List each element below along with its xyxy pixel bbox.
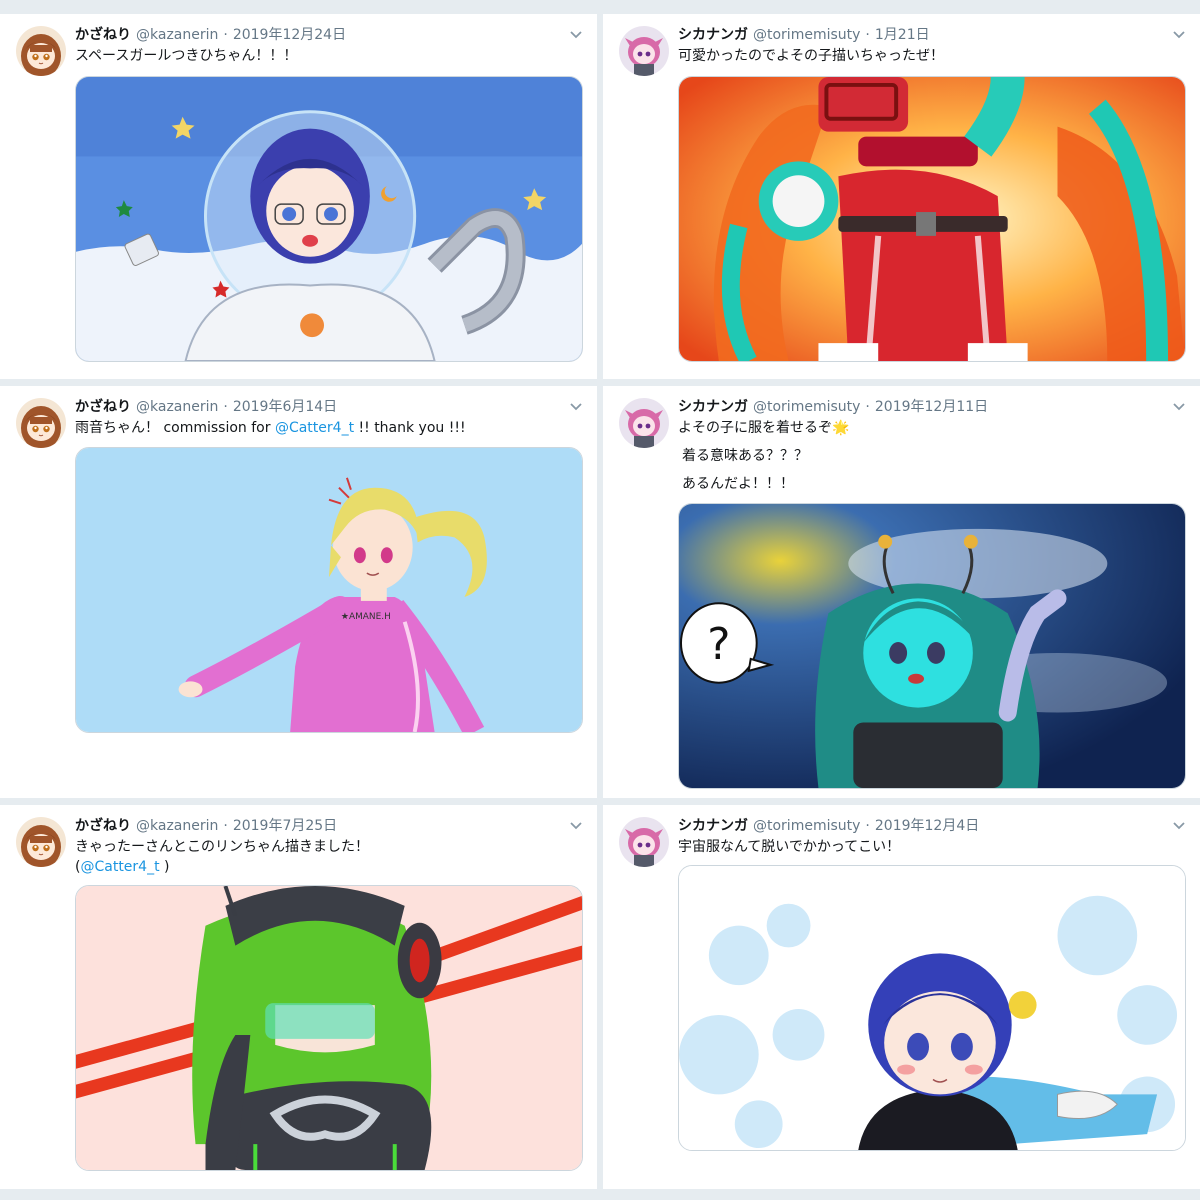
separator: · xyxy=(223,27,228,43)
user-handle[interactable]: @torimemisuty xyxy=(753,27,860,43)
user-handle[interactable]: @kazanerin xyxy=(136,818,218,834)
tweet-text: 宇宙服なんて脱いでかかってこい！ xyxy=(678,837,1180,857)
green-alien-girl-illustration: ? xyxy=(679,504,1185,788)
chibi-brown-hair-avatar-icon[interactable] xyxy=(16,817,66,867)
tweet-image[interactable] xyxy=(75,76,583,362)
tweet-card[interactable]: かざねり @kazanerin · 2019年6月14日 雨音ちゃん！ commiss… xyxy=(0,386,597,798)
tweet-image[interactable]: ? xyxy=(678,503,1186,789)
tweet-date[interactable]: 2019年12月24日 xyxy=(233,27,346,43)
tweet-date[interactable]: 2019年6月14日 xyxy=(233,399,337,415)
tweet-header: かざねり @kazanerin · 2019年6月14日 xyxy=(75,398,557,416)
tweet-text-line: きゃったーさんとこのリンちゃん描きました！ xyxy=(75,839,369,855)
display-name[interactable]: シカナンガ xyxy=(678,818,748,834)
tweet-text: きゃったーさんとこのリンちゃん描きました！ (@Catter4_t ) xyxy=(75,837,577,877)
chibi-brown-hair-avatar-icon[interactable] xyxy=(16,26,66,76)
tweet-header: シカナンガ @torimemisuty · 2019年12月11日 xyxy=(678,398,1160,416)
tweet-card[interactable]: かざねり @kazanerin · 2019年12月24日 スペースガールつきひちゃん… xyxy=(0,14,597,379)
tweet-image[interactable] xyxy=(678,76,1186,362)
separator: · xyxy=(223,818,228,834)
pink-hair-girl-avatar-icon[interactable] xyxy=(619,398,669,448)
tweet-card[interactable]: シカナンガ @torimemisuty · 2019年12月4日 宇宙服なんて脱いでか… xyxy=(603,805,1200,1189)
timeline-grid: かざねり @kazanerin · 2019年12月24日 スペースガールつきひちゃん… xyxy=(0,14,1200,1189)
mention-link[interactable]: @Catter4_t xyxy=(275,420,354,436)
tweet-text-line: 宇宙服なんて脱いでかかってこい！ xyxy=(678,839,901,855)
tweet-text-line: 可愛かったのでよその子描いちゃったぜ！ xyxy=(678,48,944,64)
separator: · xyxy=(865,27,870,43)
tweet-text-part: ) xyxy=(159,859,170,875)
chibi-brown-hair-avatar-icon[interactable] xyxy=(16,398,66,448)
separator: · xyxy=(865,818,870,834)
tweet-header: シカナンガ @torimemisuty · 2019年12月4日 xyxy=(678,817,1160,835)
svg-text:★AMANE.H: ★AMANE.H xyxy=(341,612,391,622)
tweet-header: シカナンガ @torimemisuty · 1月21日 xyxy=(678,26,1160,44)
pink-hair-girl-avatar-icon[interactable] xyxy=(619,26,669,76)
tweet-image[interactable] xyxy=(75,885,583,1171)
tweet-date[interactable]: 2019年12月11日 xyxy=(875,399,988,415)
tweet-card[interactable]: シカナンガ @torimemisuty · 2019年12月11日 よその子に服を着せ… xyxy=(603,386,1200,798)
user-handle[interactable]: @kazanerin xyxy=(136,399,218,415)
tweet-header: かざねり @kazanerin · 2019年7月25日 xyxy=(75,817,557,835)
tweet-text-line: 着る意味ある？？？ xyxy=(682,448,808,464)
display-name[interactable]: シカナンガ xyxy=(678,399,748,415)
mention-link[interactable]: @Catter4_t xyxy=(80,859,159,875)
separator: · xyxy=(223,399,228,415)
green-hair-headset-girl-illustration xyxy=(76,886,582,1170)
tweet-image[interactable]: ★AMANE.H xyxy=(75,447,583,733)
tweet-image[interactable] xyxy=(678,865,1186,1151)
tweet-text-part: !! thank you !!! xyxy=(354,420,466,436)
tweet-text: 雨音ちゃん！ commission for @Catter4_t !! than… xyxy=(75,418,577,438)
tweet-text-line: スペースガールつきひちゃん！！！ xyxy=(75,48,298,64)
tweet-date[interactable]: 1月21日 xyxy=(875,27,930,43)
display-name[interactable]: かざねり xyxy=(75,818,131,834)
chevron-down-icon[interactable] xyxy=(1172,30,1186,40)
separator: · xyxy=(865,399,870,415)
chevron-down-icon[interactable] xyxy=(1172,821,1186,831)
tweet-date[interactable]: 2019年12月4日 xyxy=(875,818,979,834)
tweet-header: かざねり @kazanerin · 2019年12月24日 xyxy=(75,26,557,44)
tweet-text-line: あるんだよ！！！ xyxy=(682,476,794,492)
space-girl-illustration xyxy=(76,77,582,361)
display-name[interactable]: シカナンガ xyxy=(678,27,748,43)
tweet-card[interactable]: シカナンガ @torimemisuty · 1月21日 可愛かったのでよその子描いちゃ… xyxy=(603,14,1200,379)
chevron-down-icon[interactable] xyxy=(1172,402,1186,412)
tweet-text: 可愛かったのでよその子描いちゃったぜ！ xyxy=(678,46,1180,66)
chevron-down-icon[interactable] xyxy=(569,402,583,412)
pink-hair-girl-avatar-icon[interactable] xyxy=(619,817,669,867)
chevron-down-icon[interactable] xyxy=(569,821,583,831)
pink-bodysuit-girl-illustration: ★AMANE.H xyxy=(76,448,582,732)
display-name[interactable]: かざねり xyxy=(75,27,131,43)
user-handle[interactable]: @torimemisuty xyxy=(753,399,860,415)
tweet-text: よその子に服を着せるぞ🌟 着る意味ある？？？ あるんだよ！！！ xyxy=(678,418,1180,494)
blue-hair-black-suit-girl-illustration xyxy=(679,866,1185,1150)
star-emoji-icon: 🌟 xyxy=(832,420,850,436)
tweet-text: スペースガールつきひちゃん！！！ xyxy=(75,46,577,66)
user-handle[interactable]: @torimemisuty xyxy=(753,818,860,834)
display-name[interactable]: かざねり xyxy=(75,399,131,415)
chevron-down-icon[interactable] xyxy=(569,30,583,40)
user-handle[interactable]: @kazanerin xyxy=(136,27,218,43)
tweet-text-part: 雨音ちゃん！ commission for xyxy=(75,420,275,436)
tweet-date[interactable]: 2019年7月25日 xyxy=(233,818,337,834)
question-bubble-text: ? xyxy=(707,619,730,670)
tweet-text-line: よその子に服を着せるぞ xyxy=(678,420,832,436)
tweet-card[interactable]: かざねり @kazanerin · 2019年7月25日 きゃったーさんとこのリンちゃ… xyxy=(0,805,597,1189)
red-suit-hero-illustration xyxy=(679,77,1185,361)
